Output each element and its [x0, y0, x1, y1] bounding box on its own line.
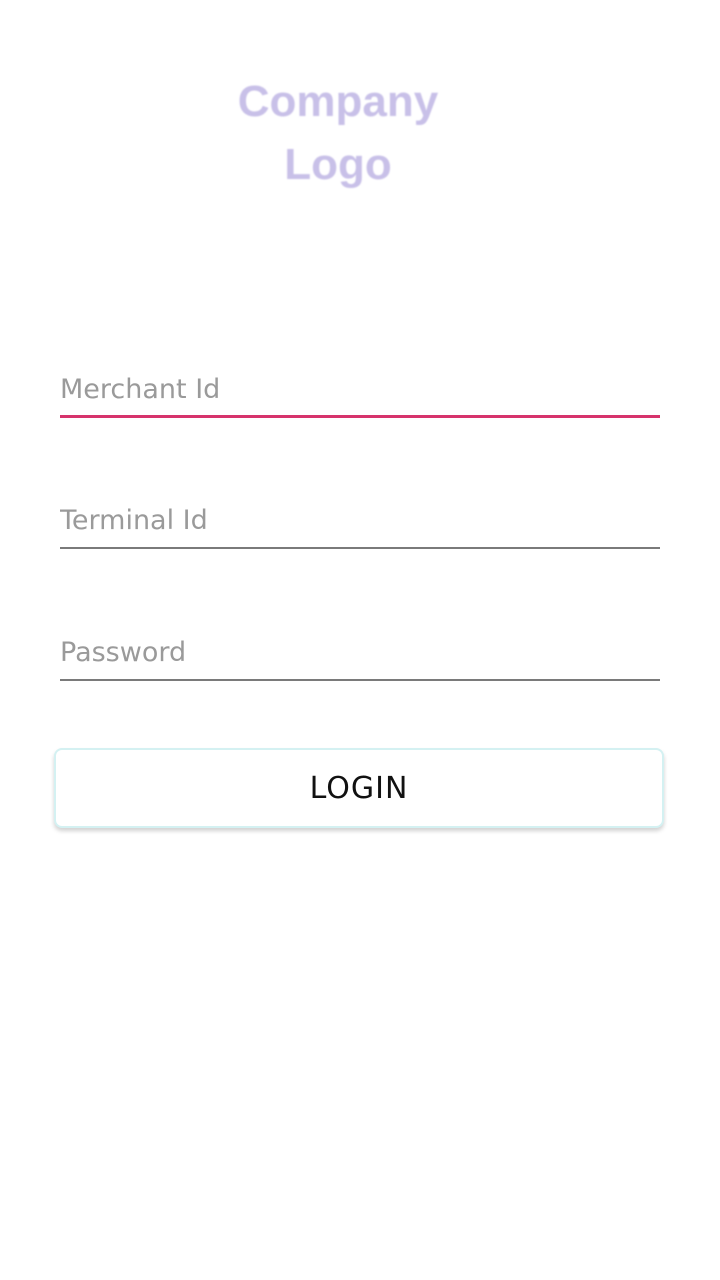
terminal-id-underline [60, 547, 660, 549]
password-input[interactable] [60, 625, 660, 679]
merchant-id-field [60, 362, 660, 418]
merchant-id-input[interactable] [60, 362, 660, 416]
logo-line-1: Company [237, 77, 439, 126]
login-button[interactable]: LOGIN [54, 748, 664, 828]
terminal-id-input[interactable] [60, 493, 660, 547]
logo-line-2: Logo [284, 140, 392, 189]
terminal-id-field [60, 493, 660, 549]
company-logo: Company Logo [200, 70, 476, 200]
password-field [60, 625, 660, 681]
merchant-id-underline [60, 415, 660, 418]
password-underline [60, 679, 660, 681]
